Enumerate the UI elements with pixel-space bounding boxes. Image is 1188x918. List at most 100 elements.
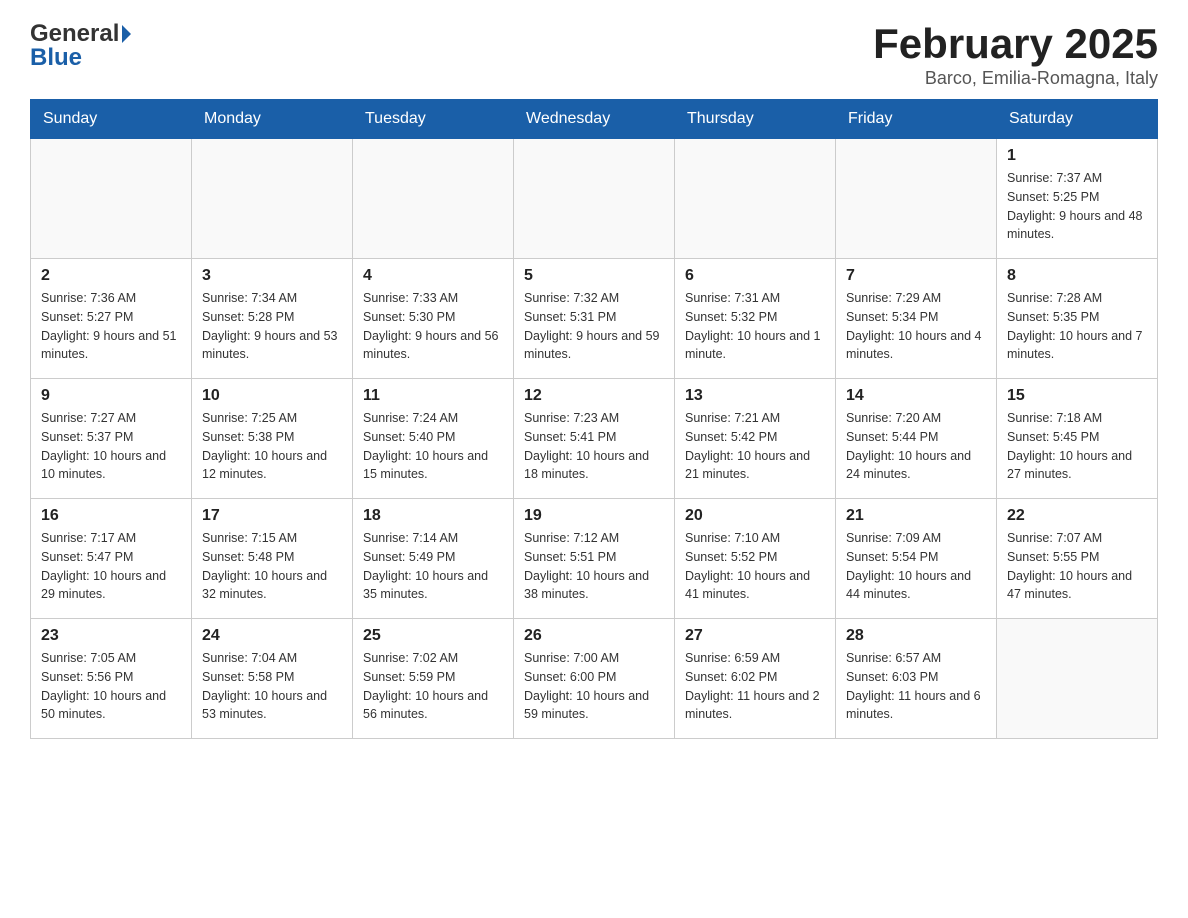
day-info: Sunrise: 7:27 AMSunset: 5:37 PMDaylight:… [41, 409, 181, 484]
table-row: 25 Sunrise: 7:02 AMSunset: 5:59 PMDayligh… [353, 619, 514, 739]
table-row: 7Sunrise: 7:29 AMSunset: 5:34 PMDaylight… [836, 259, 997, 379]
day-info: Sunrise: 7:36 AMSunset: 5:27 PMDaylight:… [41, 289, 181, 364]
day-info: Sunrise: 7:18 AMSunset: 5:45 PMDaylight:… [1007, 409, 1147, 484]
day-info: Sunrise: 6:59 AMSunset: 6:02 PMDaylight:… [685, 649, 825, 724]
day-info: Sunrise: 7:25 AMSunset: 5:38 PMDaylight:… [202, 409, 342, 484]
table-row: 1 Sunrise: 7:37 AMSunset: 5:25 PMDaylight… [997, 139, 1158, 259]
table-row: 28 Sunrise: 6:57 AMSunset: 6:03 PMDayligh… [836, 619, 997, 739]
day-number: 27 [685, 627, 825, 645]
calendar-week-row: 2 Sunrise: 7:36 AMSunset: 5:27 PMDaylight… [31, 259, 1158, 379]
day-info: Sunrise: 7:07 AMSunset: 5:55 PMDaylight:… [1007, 529, 1147, 604]
page-header: General Blue February 2025 Barco, Emilia… [30, 20, 1158, 89]
day-info: Sunrise: 7:29 AMSunset: 5:34 PMDaylight:… [846, 289, 986, 364]
day-number: 13 [685, 387, 825, 405]
day-number: 5 [524, 267, 664, 285]
table-row: 9 Sunrise: 7:27 AMSunset: 5:37 PMDaylight… [31, 379, 192, 499]
table-row: 4 Sunrise: 7:33 AMSunset: 5:30 PMDaylight… [353, 259, 514, 379]
day-info: Sunrise: 6:57 AMSunset: 6:03 PMDaylight:… [846, 649, 986, 724]
day-info: Sunrise: 7:24 AMSunset: 5:40 PMDaylight:… [363, 409, 503, 484]
table-row: 20 Sunrise: 7:10 AMSunset: 5:52 PMDayligh… [675, 499, 836, 619]
day-number: 9 [41, 387, 181, 405]
day-number: 10 [202, 387, 342, 405]
table-row [675, 139, 836, 259]
day-info: Sunrise: 7:05 AMSunset: 5:56 PMDaylight:… [41, 649, 181, 724]
day-number: 20 [685, 507, 825, 525]
table-row: 14Sunrise: 7:20 AMSunset: 5:44 PMDayligh… [836, 379, 997, 499]
table-row: 5 Sunrise: 7:32 AMSunset: 5:31 PMDaylight… [514, 259, 675, 379]
day-info: Sunrise: 7:12 AMSunset: 5:51 PMDaylight:… [524, 529, 664, 604]
table-row: 22 Sunrise: 7:07 AMSunset: 5:55 PMDayligh… [997, 499, 1158, 619]
day-number: 3 [202, 267, 342, 285]
day-number: 25 [363, 627, 503, 645]
logo-line2: Blue [30, 44, 131, 72]
table-row: 6 Sunrise: 7:31 AMSunset: 5:32 PMDaylight… [675, 259, 836, 379]
table-row: 12Sunrise: 7:23 AMSunset: 5:41 PMDayligh… [514, 379, 675, 499]
day-number: 14 [846, 387, 986, 405]
day-info: Sunrise: 7:10 AMSunset: 5:52 PMDaylight:… [685, 529, 825, 604]
day-info: Sunrise: 7:32 AMSunset: 5:31 PMDaylight:… [524, 289, 664, 364]
day-number: 23 [41, 627, 181, 645]
table-row [192, 139, 353, 259]
header-saturday: Saturday [997, 100, 1158, 139]
day-number: 21 [846, 507, 986, 525]
calendar-week-row: 1 Sunrise: 7:37 AMSunset: 5:25 PMDaylight… [31, 139, 1158, 259]
day-info: Sunrise: 7:23 AMSunset: 5:41 PMDaylight:… [524, 409, 664, 484]
day-number: 16 [41, 507, 181, 525]
day-number: 11 [363, 387, 503, 405]
day-info: Sunrise: 7:31 AMSunset: 5:32 PMDaylight:… [685, 289, 825, 364]
day-number: 19 [524, 507, 664, 525]
page-title: February 2025 [873, 20, 1158, 68]
table-row: 18 Sunrise: 7:14 AMSunset: 5:49 PMDayligh… [353, 499, 514, 619]
calendar-header-row: Sunday Monday Tuesday Wednesday Thursday… [31, 100, 1158, 139]
day-info: Sunrise: 7:00 AMSunset: 6:00 PMDaylight:… [524, 649, 664, 724]
table-row: 8Sunrise: 7:28 AMSunset: 5:35 PMDaylight… [997, 259, 1158, 379]
day-number: 15 [1007, 387, 1147, 405]
day-info: Sunrise: 7:04 AMSunset: 5:58 PMDaylight:… [202, 649, 342, 724]
day-info: Sunrise: 7:37 AMSunset: 5:25 PMDaylight:… [1007, 169, 1147, 244]
table-row: 19 Sunrise: 7:12 AMSunset: 5:51 PMDayligh… [514, 499, 675, 619]
table-row: 24 Sunrise: 7:04 AMSunset: 5:58 PMDayligh… [192, 619, 353, 739]
calendar-week-row: 16 Sunrise: 7:17 AMSunset: 5:47 PMDayligh… [31, 499, 1158, 619]
page-subtitle: Barco, Emilia-Romagna, Italy [873, 68, 1158, 89]
table-row: 21Sunrise: 7:09 AMSunset: 5:54 PMDayligh… [836, 499, 997, 619]
day-info: Sunrise: 7:21 AMSunset: 5:42 PMDaylight:… [685, 409, 825, 484]
table-row: 10 Sunrise: 7:25 AMSunset: 5:38 PMDayligh… [192, 379, 353, 499]
table-row [514, 139, 675, 259]
logo-triangle-icon [122, 25, 131, 43]
title-block: February 2025 Barco, Emilia-Romagna, Ita… [873, 20, 1158, 89]
table-row: 16 Sunrise: 7:17 AMSunset: 5:47 PMDayligh… [31, 499, 192, 619]
day-info: Sunrise: 7:15 AMSunset: 5:48 PMDaylight:… [202, 529, 342, 604]
header-thursday: Thursday [675, 100, 836, 139]
table-row: 26 Sunrise: 7:00 AMSunset: 6:00 PMDayligh… [514, 619, 675, 739]
table-row: 2 Sunrise: 7:36 AMSunset: 5:27 PMDaylight… [31, 259, 192, 379]
day-number: 17 [202, 507, 342, 525]
table-row: 23 Sunrise: 7:05 AMSunset: 5:56 PMDayligh… [31, 619, 192, 739]
day-info: Sunrise: 7:17 AMSunset: 5:47 PMDaylight:… [41, 529, 181, 604]
table-row: 17 Sunrise: 7:15 AMSunset: 5:48 PMDayligh… [192, 499, 353, 619]
day-number: 18 [363, 507, 503, 525]
table-row: 3 Sunrise: 7:34 AMSunset: 5:28 PMDaylight… [192, 259, 353, 379]
calendar-week-row: 9 Sunrise: 7:27 AMSunset: 5:37 PMDaylight… [31, 379, 1158, 499]
day-number: 2 [41, 267, 181, 285]
day-number: 24 [202, 627, 342, 645]
day-number: 6 [685, 267, 825, 285]
header-tuesday: Tuesday [353, 100, 514, 139]
day-info: Sunrise: 7:33 AMSunset: 5:30 PMDaylight:… [363, 289, 503, 364]
logo: General Blue [30, 20, 131, 72]
calendar-table: Sunday Monday Tuesday Wednesday Thursday… [30, 99, 1158, 739]
day-number: 4 [363, 267, 503, 285]
table-row: 11 Sunrise: 7:24 AMSunset: 5:40 PMDayligh… [353, 379, 514, 499]
day-number: 22 [1007, 507, 1147, 525]
header-wednesday: Wednesday [514, 100, 675, 139]
day-info: Sunrise: 7:34 AMSunset: 5:28 PMDaylight:… [202, 289, 342, 364]
day-info: Sunrise: 7:28 AMSunset: 5:35 PMDaylight:… [1007, 289, 1147, 364]
table-row: 15 Sunrise: 7:18 AMSunset: 5:45 PMDayligh… [997, 379, 1158, 499]
day-number: 28 [846, 627, 986, 645]
day-number: 26 [524, 627, 664, 645]
day-number: 1 [1007, 147, 1147, 165]
day-info: Sunrise: 7:14 AMSunset: 5:49 PMDaylight:… [363, 529, 503, 604]
table-row: 13 Sunrise: 7:21 AMSunset: 5:42 PMDayligh… [675, 379, 836, 499]
day-info: Sunrise: 7:02 AMSunset: 5:59 PMDaylight:… [363, 649, 503, 724]
table-row: 27 Sunrise: 6:59 AMSunset: 6:02 PMDayligh… [675, 619, 836, 739]
table-row [997, 619, 1158, 739]
